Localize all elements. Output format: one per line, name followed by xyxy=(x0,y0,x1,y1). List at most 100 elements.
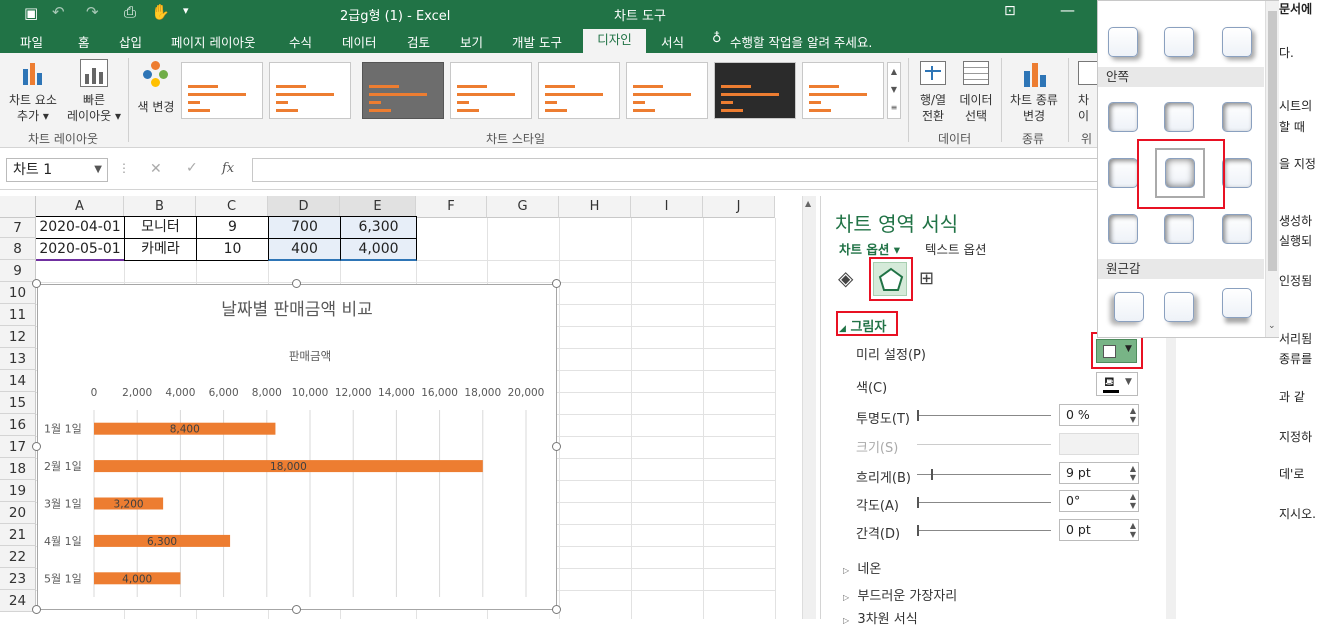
touch-mode-icon[interactable]: ✋ xyxy=(151,3,170,21)
inner-shadow-preset-tl[interactable] xyxy=(1108,102,1138,132)
tab-view[interactable]: 보기 xyxy=(460,32,483,51)
add-chart-element-button[interactable]: 차트 요소 추가 ▾ xyxy=(5,59,61,125)
cell-d8[interactable]: 400 xyxy=(268,238,341,261)
column-header-b[interactable]: B xyxy=(124,196,196,218)
cell-c7[interactable]: 9 xyxy=(196,216,269,239)
inner-shadow-preset-l[interactable] xyxy=(1108,158,1138,188)
resize-handle-br[interactable] xyxy=(552,605,561,614)
row-header-16[interactable]: 16 xyxy=(0,414,36,436)
spin-arrows-icon[interactable]: ▲ ▼ xyxy=(1130,464,1136,482)
row-header-14[interactable]: 14 xyxy=(0,370,36,392)
cell-e8[interactable]: 4,000 xyxy=(340,238,417,261)
cell-b7[interactable]: 모니터 xyxy=(124,216,197,239)
resize-handle-bl[interactable] xyxy=(32,605,41,614)
tab-design[interactable]: 디자인 xyxy=(583,29,646,53)
outer-shadow-preset-bl[interactable] xyxy=(1108,27,1138,57)
distance-input[interactable]: 0 pt ▲ ▼ xyxy=(1059,519,1139,541)
cancel-icon[interactable]: ✕ xyxy=(150,161,162,177)
more-options-icon[interactable]: ⋮ xyxy=(118,161,130,175)
print-preview-icon[interactable]: ⎙ xyxy=(124,3,136,21)
select-data-button[interactable]: 데이터 선택 xyxy=(955,59,997,125)
spin-arrows-icon[interactable]: ▲ ▼ xyxy=(1130,492,1136,510)
spin-arrows-icon[interactable]: ▲ ▼ xyxy=(1130,406,1136,424)
blur-input[interactable]: 9 pt ▲ ▼ xyxy=(1059,462,1139,484)
cell-c8[interactable]: 10 xyxy=(196,238,269,261)
chart-title[interactable]: 날짜별 판매금액 비교 xyxy=(221,300,373,320)
tab-review[interactable]: 검토 xyxy=(407,32,430,51)
column-header-i[interactable]: I xyxy=(631,196,703,218)
tab-developer[interactable]: 개발 도구 xyxy=(512,32,562,51)
tab-page-layout[interactable]: 페이지 레이아웃 xyxy=(171,32,255,51)
gallery-scrollbar[interactable]: ⌄ xyxy=(1265,1,1279,337)
angle-input[interactable]: 0° ▲ ▼ xyxy=(1059,490,1139,512)
cell-a7[interactable]: 2020-04-01 xyxy=(36,216,125,239)
soft-edges-section[interactable]: ▷ 부드러운 가장자리 xyxy=(843,585,957,604)
row-header-23[interactable]: 23 xyxy=(0,568,36,590)
column-header-d[interactable]: D xyxy=(268,196,340,218)
enter-icon[interactable]: ✓ xyxy=(186,160,198,176)
tab-text-options[interactable]: 텍스트 옵션 xyxy=(925,239,986,258)
row-header-9[interactable]: 9 xyxy=(0,260,36,282)
inner-shadow-preset-tr[interactable] xyxy=(1222,102,1252,132)
inner-shadow-preset-t[interactable] xyxy=(1164,102,1194,132)
shadow-preset-gallery[interactable]: 안쪽 원근감 ⌄ xyxy=(1097,0,1279,338)
chart-style-8[interactable] xyxy=(802,62,884,119)
row-header-17[interactable]: 17 xyxy=(0,436,36,458)
minimize-icon[interactable]: — xyxy=(1060,1,1075,19)
row-header-11[interactable]: 11 xyxy=(0,304,36,326)
column-header-e[interactable]: E xyxy=(340,196,416,218)
chart-style-gallery[interactable]: ▲ ▼ ≡ xyxy=(179,53,901,128)
outer-shadow-preset-b[interactable] xyxy=(1164,27,1194,57)
scroll-down-icon[interactable]: ⌄ xyxy=(1268,321,1276,331)
undo-icon[interactable]: ↶ xyxy=(52,3,65,21)
transparency-input[interactable]: 0 % ▲ ▼ xyxy=(1059,404,1139,426)
transparency-slider[interactable] xyxy=(917,410,1051,421)
row-header-13[interactable]: 13 xyxy=(0,348,36,370)
row-header-7[interactable]: 7 xyxy=(0,218,36,238)
inner-shadow-preset-br[interactable] xyxy=(1222,214,1252,244)
chart-style-3[interactable] xyxy=(362,62,444,119)
row-header-15[interactable]: 15 xyxy=(0,392,36,414)
chart-area[interactable]: 날짜별 판매금액 비교 판매금액 0 2,000 4,000 6,000 8,000 10… xyxy=(37,284,557,610)
row-header-10[interactable]: 10 xyxy=(0,282,36,304)
cell-e7[interactable]: 6,300 xyxy=(340,216,417,239)
row-header-18[interactable]: 18 xyxy=(0,458,36,480)
tab-insert[interactable]: 삽입 xyxy=(119,32,142,51)
chart-style-2[interactable] xyxy=(269,62,351,119)
bar-chart[interactable]: 날짜별 판매금액 비교 판매금액 0 2,000 4,000 6,000 8,000 10… xyxy=(38,285,556,609)
resize-handle-tr[interactable] xyxy=(552,279,561,288)
name-box-dropdown-icon[interactable]: ▼ xyxy=(94,159,102,181)
tab-formulas[interactable]: 수식 xyxy=(289,32,312,51)
select-all-corner[interactable] xyxy=(0,196,36,218)
inner-shadow-preset-r[interactable] xyxy=(1222,158,1252,188)
distance-slider[interactable] xyxy=(917,525,1051,536)
column-header-g[interactable]: G xyxy=(487,196,559,218)
chart-style-1[interactable] xyxy=(181,62,263,119)
spin-arrows-icon[interactable]: ▲ ▼ xyxy=(1130,521,1136,539)
tab-chart-options[interactable]: 차트 옵션 ▾ xyxy=(839,239,900,258)
chart-style-6[interactable] xyxy=(626,62,708,119)
quick-layout-button[interactable]: 빠른 레이아웃 ▾ xyxy=(63,59,125,125)
shadow-color-picker[interactable]: ⛾ ▼ xyxy=(1096,372,1138,396)
cell-b8[interactable]: 카메라 xyxy=(124,238,197,261)
resize-handle-mr[interactable] xyxy=(552,442,561,451)
gallery-scroll[interactable]: ▲ ▼ ≡ xyxy=(887,62,901,119)
row-header-21[interactable]: 21 xyxy=(0,524,36,546)
vertical-scrollbar[interactable]: ▲ xyxy=(802,196,816,619)
resize-handle-ml[interactable] xyxy=(32,442,41,451)
inner-shadow-preset-bl[interactable] xyxy=(1108,214,1138,244)
tab-home[interactable]: 홈 xyxy=(78,32,90,51)
perspective-shadow-preset-3[interactable] xyxy=(1222,288,1252,318)
column-header-a[interactable]: A xyxy=(36,196,124,218)
chart-style-4[interactable] xyxy=(450,62,532,119)
tell-me-box[interactable]: 수행할 작업을 알려 주세요. xyxy=(730,32,872,51)
tab-data[interactable]: 데이터 xyxy=(342,32,377,51)
blur-slider[interactable] xyxy=(917,469,1051,480)
row-header-8[interactable]: 8 xyxy=(0,238,36,260)
column-header-j[interactable]: J xyxy=(703,196,775,218)
chart-style-7[interactable] xyxy=(714,62,796,119)
perspective-shadow-preset-1[interactable] xyxy=(1114,292,1144,322)
resize-handle-tl[interactable] xyxy=(32,279,41,288)
name-box[interactable]: 차트 1 ▼ xyxy=(6,158,108,182)
three-d-format-section[interactable]: ▷ 3차원 서식 xyxy=(843,608,918,627)
